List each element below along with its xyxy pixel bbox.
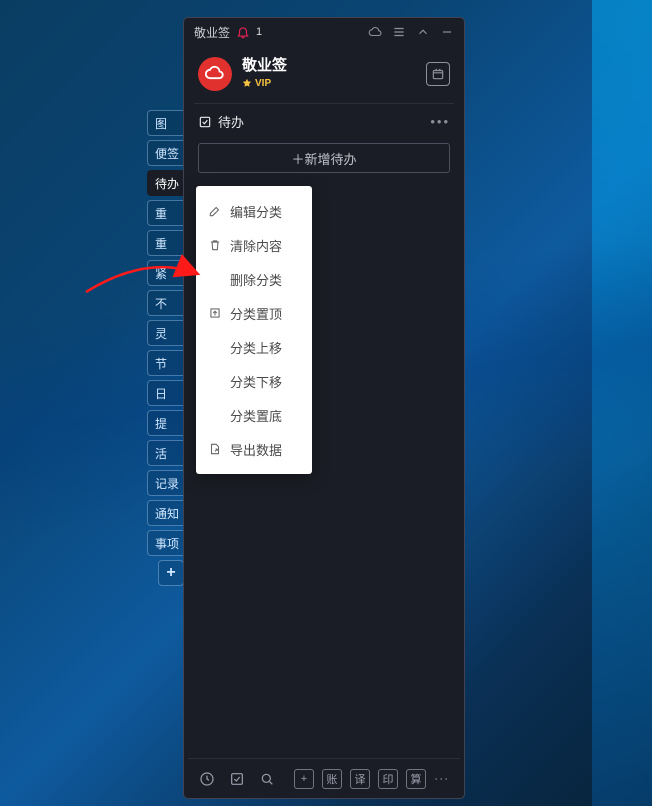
side-tab[interactable]: 提 <box>147 410 184 436</box>
ctx-move-bottom[interactable]: 分类置底 <box>196 398 312 432</box>
edit-icon <box>208 204 222 218</box>
history-icon[interactable] <box>198 770 216 788</box>
add-sq-icon[interactable]: + <box>294 769 314 789</box>
side-tab[interactable]: 记录 <box>147 470 184 496</box>
side-tab[interactable]: 日 <box>147 380 184 406</box>
add-category-button[interactable]: + <box>158 560 184 586</box>
cloud-sync-icon[interactable] <box>368 25 382 39</box>
export-icon <box>208 442 222 456</box>
notification-count: 1 <box>256 26 262 38</box>
ctx-export-data[interactable]: 导出数据 <box>196 432 312 466</box>
bottom-btn[interactable]: 算 <box>406 769 426 789</box>
bottom-btn[interactable]: 账 <box>322 769 342 789</box>
side-tab[interactable]: 活 <box>147 440 184 466</box>
bottom-btn[interactable]: 译 <box>350 769 370 789</box>
section-title: 待办 <box>218 112 244 131</box>
more-vertical-icon[interactable]: ⋮ <box>434 772 450 786</box>
app-header: 敬业签 VIP <box>184 46 464 103</box>
side-tab-active[interactable]: 待办 <box>147 170 184 196</box>
pin-top-icon <box>208 306 222 320</box>
side-tab[interactable]: 紧 <box>147 260 184 286</box>
side-tab[interactable]: 灵 <box>147 320 184 346</box>
new-todo-button[interactable]: ＋新增待办 <box>198 143 450 173</box>
side-tab[interactable]: 重 <box>147 230 184 256</box>
trash-icon <box>208 238 222 252</box>
side-tab[interactable]: 不 <box>147 290 184 316</box>
todo-icon <box>198 115 212 129</box>
ctx-pin-top[interactable]: 分类置顶 <box>196 296 312 330</box>
category-context-menu: 编辑分类 清除内容 删除分类 分类置顶 分类上移 分类下移 分类置底 导出数据 <box>196 186 312 474</box>
titlebar: 敬业签 1 <box>184 18 464 46</box>
side-tab[interactable]: 通知 <box>147 500 184 526</box>
minimize-icon[interactable] <box>440 25 454 39</box>
ctx-delete-category[interactable]: 删除分类 <box>196 262 312 296</box>
app-title: 敬业签 <box>242 54 287 75</box>
notification-bell-icon[interactable] <box>236 25 250 39</box>
bottom-btn[interactable]: 印 <box>378 769 398 789</box>
app-logo-icon <box>198 57 232 91</box>
calendar-icon[interactable] <box>426 62 450 86</box>
titlebar-app-name: 敬业签 <box>194 24 230 41</box>
side-tab[interactable]: 便签 <box>147 140 184 166</box>
section-more-icon[interactable]: ••• <box>430 114 450 129</box>
bottom-toolbar: + 账 译 印 算 ⋮ <box>188 758 460 798</box>
side-tab[interactable]: 图 <box>147 110 184 136</box>
completed-icon[interactable] <box>228 770 246 788</box>
side-tab[interactable]: 事项 <box>147 530 184 556</box>
vip-badge: VIP <box>242 78 271 89</box>
side-tab[interactable]: 重 <box>147 200 184 226</box>
ctx-move-down[interactable]: 分类下移 <box>196 364 312 398</box>
collapse-up-icon[interactable] <box>416 25 430 39</box>
search-icon[interactable] <box>258 770 276 788</box>
ctx-clear-content[interactable]: 清除内容 <box>196 228 312 262</box>
ctx-move-up[interactable]: 分类上移 <box>196 330 312 364</box>
category-tabs-column: 图 便签 待办 重 重 紧 不 灵 节 日 提 活 记录 通知 事项 + <box>147 110 184 590</box>
ctx-edit-category[interactable]: 编辑分类 <box>196 194 312 228</box>
section-header: 待办 ••• <box>194 103 454 137</box>
menu-icon[interactable] <box>392 25 406 39</box>
side-tab[interactable]: 节 <box>147 350 184 376</box>
